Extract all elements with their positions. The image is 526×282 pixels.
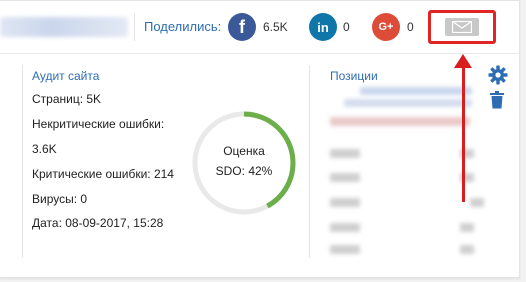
audit-pages: Страниц: 5K	[32, 92, 102, 106]
email-share-button[interactable]	[428, 10, 496, 44]
positions-blurred-row	[330, 149, 360, 158]
divider	[134, 13, 135, 41]
facebook-icon[interactable]: f	[228, 13, 256, 41]
google-plus-icon[interactable]: G+	[372, 13, 400, 41]
audit-viruses: Вирусы: 0	[32, 192, 88, 206]
site-info-card: Поделились: f 6.5K in 0 G+ 0 Аудит сайта…	[0, 0, 520, 278]
audit-date: Дата: 08-09-2017, 15:28	[32, 216, 164, 230]
gear-icon[interactable]	[488, 65, 508, 85]
positions-blurred-line	[360, 87, 472, 95]
positions-blurred-row	[460, 223, 474, 232]
positions-blurred-row	[330, 173, 360, 182]
column-divider-left	[22, 65, 23, 258]
facebook-share-count: 6.5K	[263, 20, 288, 34]
envelope-icon	[445, 18, 479, 36]
positions-title[interactable]: Позиции	[330, 69, 378, 83]
top-bar: Поделились: f 6.5K in 0 G+ 0	[0, 1, 519, 54]
positions-blurred-row	[460, 245, 474, 254]
audit-title[interactable]: Аудит сайта	[32, 69, 99, 83]
trash-icon[interactable]	[489, 91, 505, 109]
positions-blurred-row	[330, 223, 360, 232]
audit-critical: Критические ошибки: 214	[32, 167, 174, 181]
annotation-arrow-line	[462, 66, 465, 202]
linkedin-icon[interactable]: in	[309, 13, 337, 41]
audit-noncritical-label: Некритические ошибки:	[32, 117, 165, 131]
column-divider-right	[309, 65, 310, 258]
audit-noncritical-value: 3.6K	[32, 142, 57, 156]
score-label: Оценка	[223, 144, 265, 158]
google-plus-share-count: 0	[407, 20, 414, 34]
positions-blurred-line	[344, 99, 472, 107]
share-label: Поделились:	[144, 19, 222, 34]
positions-blurred-row	[470, 198, 484, 207]
positions-blurred-row	[330, 245, 360, 254]
positions-blurred-line	[330, 117, 470, 126]
score-text: Оценка SDO: 42%	[190, 141, 298, 181]
positions-blurred-row	[330, 198, 360, 207]
linkedin-share-count: 0	[343, 20, 350, 34]
site-url-blurred[interactable]	[0, 17, 128, 37]
score-value: SDO: 42%	[215, 164, 273, 178]
